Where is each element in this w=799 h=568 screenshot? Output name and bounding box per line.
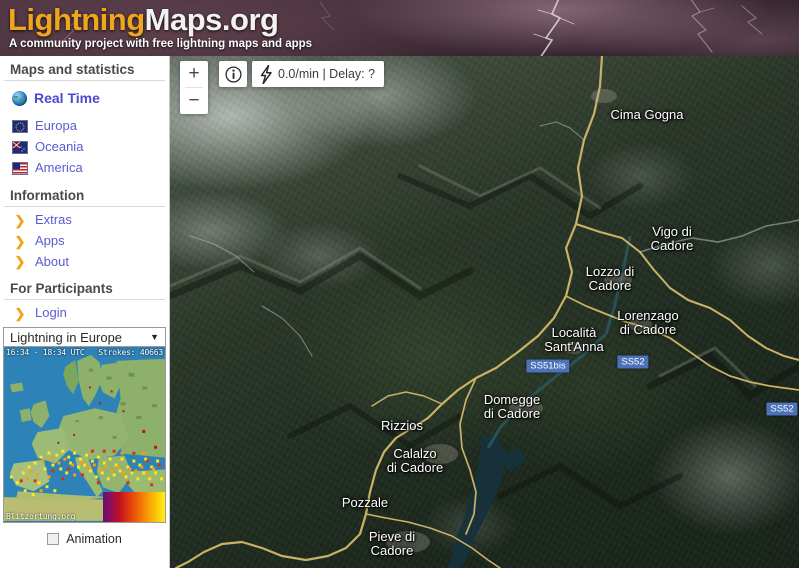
lightning-widget: Lightning in Europe ▼ 16:34 - 18:34 UTC …: [3, 327, 166, 551]
sidebar-item-america[interactable]: America: [0, 158, 169, 179]
sidebar-item-real-time[interactable]: Real Time: [0, 84, 169, 112]
region-select-value: Lightning in Europe: [10, 329, 123, 345]
eu-flag-icon: [12, 120, 28, 134]
map-vector-overlay: [170, 56, 799, 568]
sidebar-item-label-europa: Europa: [35, 118, 77, 134]
site-banner: LightningMaps.org A community project wi…: [0, 0, 799, 56]
road-shield: SS52: [617, 355, 649, 369]
site-title-part2: Maps.org: [144, 2, 279, 37]
satellite-map[interactable]: Cima Gogna Vigo di Cadore Lozzo di Cadore L…: [170, 56, 799, 568]
sidebar-heading-maps: Maps and statistics: [4, 56, 165, 81]
sidebar-heading-participants: For Participants: [4, 275, 165, 301]
sidebar-item-label-extras: Extras: [35, 211, 72, 227]
arrow-bullet-icon: ❯: [14, 212, 26, 228]
intensity-legend: [103, 492, 165, 522]
blitzortung-watermark: Blitzortung.org: [6, 512, 76, 521]
sidebar-item-about[interactable]: ❯ About: [0, 252, 169, 273]
sidebar-item-label-apps: Apps: [35, 232, 65, 248]
sidebar-item-label-login: Login: [35, 305, 67, 321]
zoom-out-button[interactable]: −: [180, 88, 208, 114]
sidebar-item-label-about: About: [35, 253, 69, 269]
sidebar: Maps and statistics Real Time Europa Oce…: [0, 56, 170, 568]
sidebar-item-label-america: America: [35, 159, 83, 175]
sidebar-heading-information: Information: [4, 182, 165, 207]
sidebar-item-login[interactable]: ❯ Login: [0, 303, 169, 324]
page-root: LightningMaps.org A community project wi…: [0, 0, 799, 568]
arrow-bullet-icon: ❯: [14, 254, 26, 270]
arrow-bullet-icon: ❯: [14, 233, 26, 249]
sidebar-item-europa[interactable]: Europa: [0, 116, 169, 137]
chevron-down-icon: ▼: [150, 332, 159, 342]
sidebar-item-apps[interactable]: ❯ Apps: [0, 231, 169, 252]
arrow-bullet-icon: ❯: [14, 306, 26, 322]
zoom-in-button[interactable]: +: [180, 61, 208, 87]
sidebar-item-oceania[interactable]: Oceania: [0, 137, 169, 158]
europe-map-time-range: 16:34 - 18:34 UTC: [6, 348, 85, 357]
zoom-control[interactable]: + −: [180, 61, 208, 114]
road-shield: SS51bis: [526, 359, 570, 373]
europe-lightning-map[interactable]: 16:34 - 18:34 UTC Strokes: 40663 Blitzor…: [3, 347, 166, 523]
animation-label: Animation: [66, 532, 122, 546]
road-shield: SS52: [766, 402, 798, 416]
sidebar-item-extras[interactable]: ❯ Extras: [0, 210, 169, 231]
sidebar-nav-information: ❯ Extras ❯ Apps ❯ About: [0, 207, 169, 276]
animation-checkbox[interactable]: [47, 533, 60, 545]
site-title: LightningMaps.org: [8, 2, 279, 38]
stroke-rate-status[interactable]: 0.0/min | Delay: ?: [252, 61, 385, 87]
site-subtitle: A community project with free lightning …: [9, 38, 313, 50]
stroke-rate-text: 0.0/min | Delay: ?: [278, 67, 376, 81]
sidebar-item-label-oceania: Oceania: [35, 139, 84, 155]
info-button[interactable]: [219, 61, 247, 87]
us-flag-icon: [12, 161, 28, 175]
site-title-part1: Lightning: [8, 2, 145, 37]
animation-control[interactable]: Animation: [3, 527, 166, 551]
oceania-flag-icon: [12, 141, 28, 155]
lightning-bolt-icon: [260, 64, 272, 84]
info-circle-icon: [224, 65, 242, 83]
sidebar-item-label-real-time: Real Time: [34, 90, 100, 106]
globe-icon: [12, 90, 27, 106]
sidebar-nav-maps: Real Time Europa Oceania America: [0, 81, 169, 182]
region-select[interactable]: Lightning in Europe ▼: [3, 327, 166, 347]
europe-map-statusbar: 16:34 - 18:34 UTC Strokes: 40663: [4, 347, 165, 358]
europe-map-strokes: Strokes: 40663: [98, 348, 163, 357]
